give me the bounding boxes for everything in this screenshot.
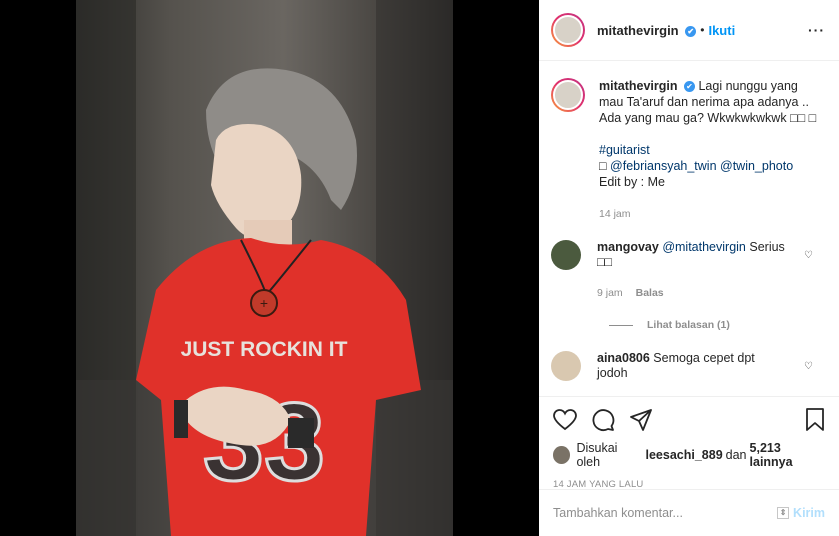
post-media-area: + JUST ROCKIN IT 33 [0, 0, 539, 536]
comment-body: mangovay @mitathevirgin Serius □□ 9 jam … [597, 240, 787, 301]
commenter-avatar[interactable] [551, 240, 581, 270]
comment-time: 9 jam [597, 287, 623, 299]
post-photo[interactable]: + JUST ROCKIN IT 33 [76, 0, 453, 536]
comments-list[interactable]: mitathevirgin ✔ Lagi nunggu yang mau Ta'… [539, 62, 839, 397]
add-comment-bar: ⇕ Kirim [539, 489, 839, 536]
mention-link[interactable]: @mitathevirgin [662, 240, 746, 254]
svg-text:JUST ROCKIN IT: JUST ROCKIN IT [181, 338, 348, 361]
caption-body: mitathevirgin ✔ Lagi nunggu yang mau Ta'… [599, 78, 819, 222]
verified-badge-icon: ✔ [685, 25, 697, 37]
mention-link[interactable]: @twin_photo [720, 159, 793, 173]
caption-credit-prefix: □ [599, 159, 611, 173]
likes-prefix: Disukai oleh [576, 441, 618, 469]
comment-item: aina0806 Semoga cepet dpt jodoh ♡ [551, 351, 827, 381]
view-replies-label[interactable]: Lihat balasan (1) [647, 319, 730, 331]
liked-by-username[interactable]: leesachi_889 [646, 448, 723, 462]
comment-bubble-icon[interactable] [591, 408, 615, 432]
share-paper-plane-icon[interactable] [629, 409, 653, 431]
commenter-username[interactable]: aina0806 [597, 351, 650, 365]
likes-summary: Disukai oleh leesachi_889 dan 5,213 lain… [553, 441, 825, 469]
separator-dot: • [700, 23, 705, 37]
replies-divider [609, 324, 633, 326]
mention-link[interactable]: @febriansyah_twin [610, 159, 717, 173]
action-icons [553, 407, 825, 433]
more-options-icon[interactable]: ··· [808, 22, 825, 38]
post-header: mitathevirgin ✔ • Ikuti ··· [539, 0, 839, 61]
save-bookmark-icon[interactable] [805, 408, 825, 432]
caption: mitathevirgin ✔ Lagi nunggu yang mau Ta'… [551, 78, 827, 222]
emoji-icon[interactable]: ⇕ [777, 507, 790, 519]
post-actions: Disukai oleh leesachi_889 dan 5,213 lain… [539, 396, 839, 490]
verified-badge-icon: ✔ [683, 81, 695, 92]
caption-edit-by: Edit by : Me [599, 175, 665, 189]
author-username-text[interactable]: mitathevirgin [597, 23, 679, 38]
comment-body: aina0806 Semoga cepet dpt jodoh [597, 351, 787, 381]
svg-text:+: + [260, 295, 268, 311]
commenter-avatar[interactable] [551, 351, 581, 381]
view-replies-button[interactable]: Lihat balasan (1) [609, 319, 827, 331]
likes-middle: dan [725, 448, 747, 462]
author-username[interactable]: mitathevirgin ✔ [597, 23, 697, 38]
send-label[interactable]: Kirim [793, 506, 825, 520]
post-side-panel: mitathevirgin ✔ • Ikuti ··· mitathevirgi… [539, 0, 839, 536]
commenter-username[interactable]: mangovay [597, 240, 659, 254]
comment-input[interactable] [553, 506, 778, 520]
likes-count-link[interactable]: 5,213 lainnya [750, 441, 825, 469]
like-heart-icon[interactable] [553, 409, 577, 431]
comment-meta: 9 jam Balas [597, 286, 787, 301]
follow-button[interactable]: Ikuti [708, 23, 735, 38]
send-comment-button[interactable]: ⇕ Kirim [777, 506, 825, 520]
comment-item: mangovay @mitathevirgin Serius □□ 9 jam … [551, 240, 827, 301]
post-photo-illustration: + JUST ROCKIN IT 33 [76, 0, 453, 536]
reply-button[interactable]: Balas [636, 287, 664, 299]
caption-username[interactable]: mitathevirgin [599, 79, 678, 93]
comment-like-icon[interactable]: ♡ [804, 361, 813, 372]
comment-like-icon[interactable]: ♡ [804, 250, 813, 261]
caption-avatar[interactable] [551, 78, 585, 112]
liker-avatar[interactable] [553, 446, 571, 464]
caption-time: 14 jam [599, 208, 631, 220]
hashtag-link[interactable]: #guitarist [599, 143, 650, 157]
author-avatar[interactable] [551, 13, 585, 47]
